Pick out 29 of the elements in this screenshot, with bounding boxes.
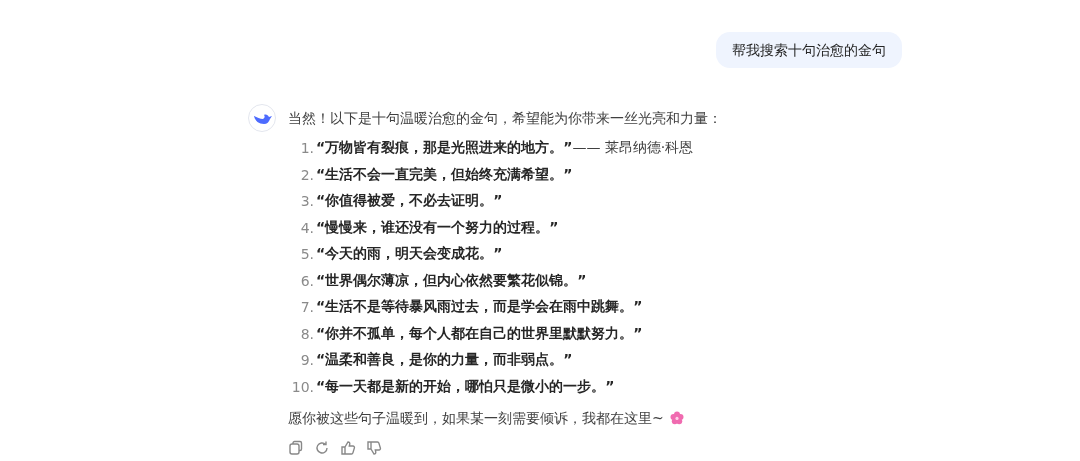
list-number: 7.: [299, 299, 315, 316]
list-number: 4.: [299, 219, 315, 236]
list-number: 10.: [290, 378, 315, 395]
thumbs-down-icon[interactable]: [366, 440, 382, 456]
quote-text: “你值得被爱，不必去证明。”: [316, 192, 503, 211]
list-number: 3.: [299, 193, 315, 210]
quote-text: “万物皆有裂痕，那是光照进来的地方。”—— 莱昂纳德·科恩: [316, 139, 694, 158]
reply-intro: 当然！以下是十句温暖治愈的金句，希望能为你带来一丝光亮和力量：: [288, 109, 722, 127]
quote-text: “今天的雨，明天会变成花。”: [316, 245, 503, 264]
refresh-icon[interactable]: [314, 440, 330, 456]
quote-text: “生活不是等待暴风雨过去，而是学会在雨中跳舞。”: [316, 298, 643, 317]
list-number: 1.: [299, 140, 315, 157]
quote-text: “慢慢来，谁还没有一个努力的过程。”: [316, 218, 559, 237]
quote-text: “每一天都是新的开始，哪怕只是微小的一步。”: [316, 377, 615, 396]
closing-text: 愿你被这些句子温暖到，如果某一刻需要倾诉，我都在这里~: [288, 409, 664, 427]
whale-logo-icon: [248, 104, 276, 132]
list-number: 2.: [299, 166, 315, 183]
list-number: 8.: [299, 325, 315, 342]
quote-text: “你并不孤单，每个人都在自己的世界里默默努力。”: [316, 324, 643, 343]
flower-icon: [669, 411, 684, 425]
quote-text: “温柔和善良，是你的力量，而非弱点。”: [316, 351, 573, 370]
list-number: 9.: [299, 352, 315, 369]
list-number: 6.: [299, 272, 315, 289]
quote-text: “世界偶尔薄凉，但内心依然要繁花似锦。”: [316, 271, 587, 290]
list-number: 5.: [299, 246, 315, 263]
user-message: 帮我搜索十句治愈的金句: [716, 32, 902, 68]
quote-text: “生活不会一直完美，但始终充满希望。”: [316, 165, 573, 184]
thumbs-up-icon[interactable]: [340, 440, 356, 456]
copy-icon[interactable]: [288, 440, 304, 456]
